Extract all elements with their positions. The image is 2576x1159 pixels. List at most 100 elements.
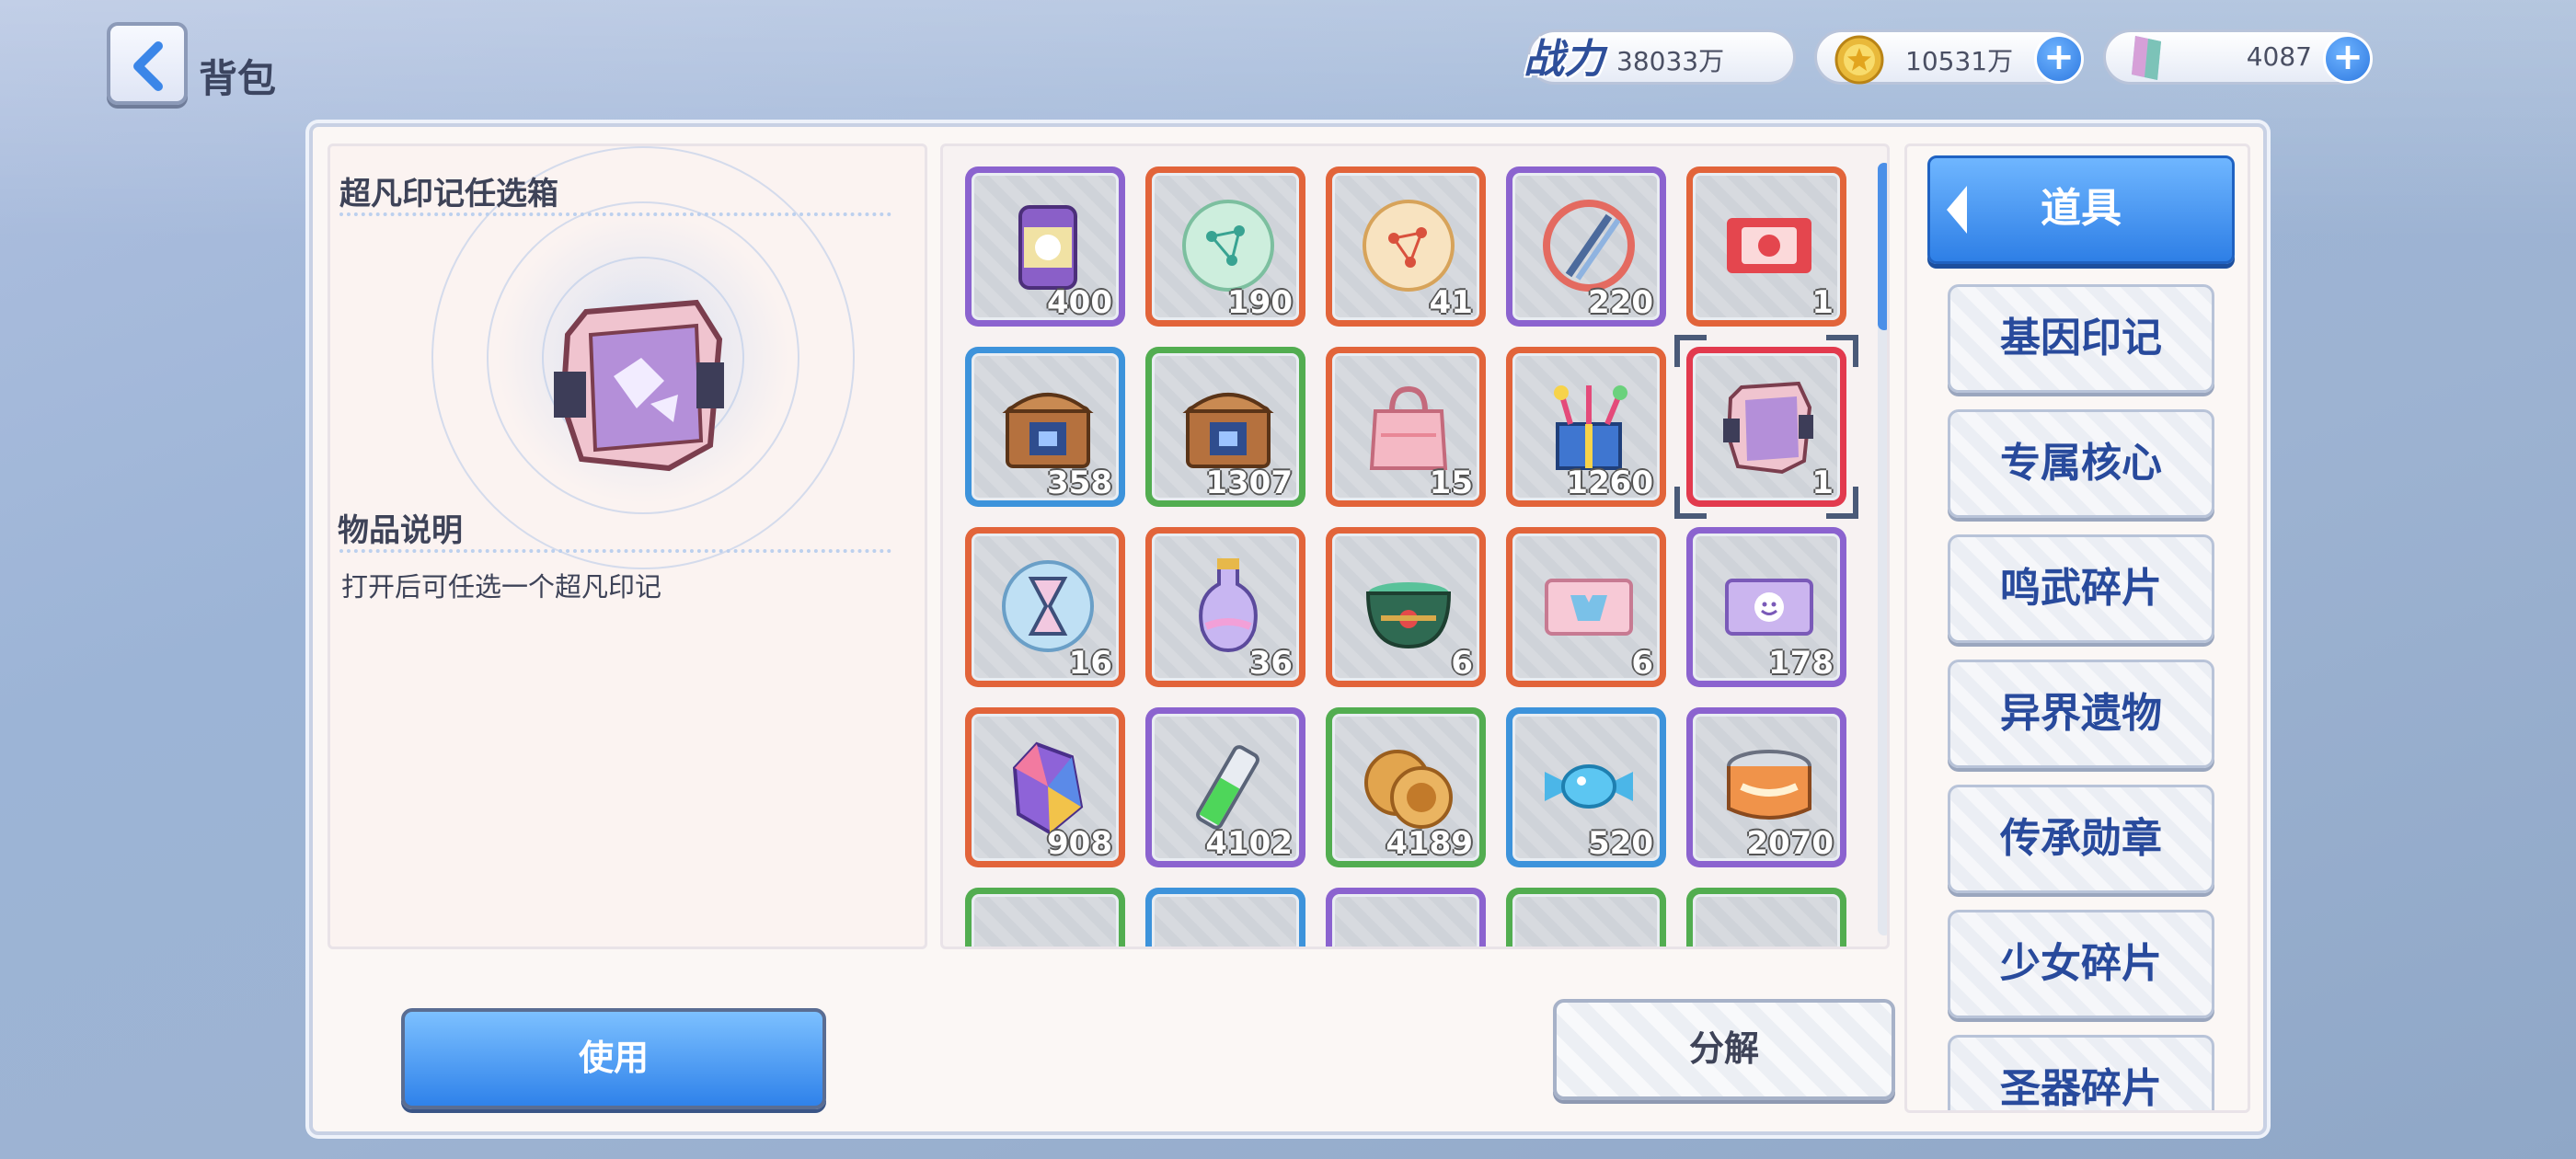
item-slot-frame: 1 xyxy=(1693,173,1840,320)
red-ticket-icon xyxy=(1727,218,1811,273)
item-count: 6 xyxy=(1451,645,1473,681)
item-slot[interactable]: 358 xyxy=(965,347,1125,507)
item-slot[interactable]: 15 xyxy=(1326,347,1486,507)
item-slot-frame: 1307 xyxy=(1152,353,1299,500)
item-count: 908 xyxy=(1047,825,1112,861)
item-count: 16 xyxy=(1068,645,1112,681)
gold-value: 10531万 xyxy=(1905,46,2014,76)
category-tab[interactable]: 圣器碎片 xyxy=(1948,1035,2214,1110)
item-slot[interactable]: 41 xyxy=(1326,166,1486,327)
item-slot-frame xyxy=(1693,894,1840,949)
item-count: 4102 xyxy=(1205,825,1293,861)
item-count: 1260 xyxy=(1566,465,1653,500)
misc-icon xyxy=(1534,912,1644,949)
item-slot[interactable]: 4102 xyxy=(1145,707,1305,867)
item-slot[interactable]: 6 xyxy=(1326,527,1486,687)
category-tab-active[interactable]: 道具 xyxy=(1927,155,2235,264)
item-count: 2070 xyxy=(1746,825,1834,861)
item-slot[interactable] xyxy=(1686,888,1846,949)
gem-value: 4087 xyxy=(2246,41,2312,72)
item-slot[interactable] xyxy=(1506,888,1666,949)
item-slot-frame: 36 xyxy=(1152,534,1299,681)
description-text: 打开后可任选一个超凡印记 xyxy=(341,571,662,602)
item-slot-frame xyxy=(1152,894,1299,949)
selection-box-icon xyxy=(554,299,724,472)
item-slot-frame: 4189 xyxy=(1332,714,1479,861)
item-count: 15 xyxy=(1429,465,1473,500)
item-grid[interactable]: 400 190 41 220 1 358 1307 15 1260 1 16 36 6 6 178 908 41… xyxy=(940,143,1890,949)
item-slot-frame xyxy=(1512,894,1660,949)
item-slot-frame: 6 xyxy=(1512,534,1660,681)
item-count: 358 xyxy=(1047,465,1112,500)
power-value: 38033万 xyxy=(1616,46,1725,76)
item-count: 36 xyxy=(1248,645,1293,681)
item-slot-frame xyxy=(972,894,1119,949)
item-slot[interactable]: 4189 xyxy=(1326,707,1486,867)
item-slot[interactable]: 520 xyxy=(1506,707,1666,867)
misc-icon xyxy=(1173,912,1283,949)
add-gem-button[interactable]: + xyxy=(2323,34,2373,84)
cauldron-icon xyxy=(1365,582,1452,649)
decompose-button[interactable]: 分解 xyxy=(1553,999,1895,1100)
item-slot[interactable]: 178 xyxy=(1686,527,1846,687)
item-slot[interactable] xyxy=(1326,888,1486,949)
description-title: 物品说明 xyxy=(338,512,463,549)
item-name: 超凡印记任选箱 xyxy=(339,176,558,212)
item-slot[interactable]: 400 xyxy=(965,166,1125,327)
selection-bracket xyxy=(1674,335,1858,519)
triangle-left-icon xyxy=(1947,186,1967,234)
misc-icon xyxy=(1353,912,1464,949)
add-gold-button[interactable]: + xyxy=(2034,34,2084,84)
back-button[interactable] xyxy=(107,22,188,105)
item-slot[interactable]: 6 xyxy=(1506,527,1666,687)
category-tab[interactable]: 专属核心 xyxy=(1948,409,2214,518)
item-slot[interactable]: 220 xyxy=(1506,166,1666,327)
category-tab[interactable]: 传承勋章 xyxy=(1948,785,2214,893)
gold-coin-icon xyxy=(1834,35,1884,85)
category-tab[interactable]: 鸣武碎片 xyxy=(1948,534,2214,643)
pink-ticket-icon xyxy=(1545,579,1633,636)
item-slot-frame: 41 xyxy=(1332,173,1479,320)
gold-display: 10531万 + xyxy=(1814,29,2084,85)
item-slot-frame: 4102 xyxy=(1152,714,1299,861)
use-button[interactable]: 使用 xyxy=(401,1008,826,1109)
misc-icon xyxy=(993,912,1103,949)
item-grid-scrollbar[interactable] xyxy=(1878,163,1887,935)
scrollbar-thumb[interactable] xyxy=(1878,163,1887,330)
item-slot[interactable]: 36 xyxy=(1145,527,1305,687)
item-slot-frame: 220 xyxy=(1512,173,1660,320)
item-count: 220 xyxy=(1588,284,1653,320)
item-slot[interactable]: 1 xyxy=(1674,335,1858,519)
item-slot-frame: 358 xyxy=(972,353,1119,500)
page-title: 背包 xyxy=(199,56,277,101)
gem-icon xyxy=(2132,36,2161,80)
item-slot-frame: 190 xyxy=(1152,173,1299,320)
item-count: 1307 xyxy=(1205,465,1293,500)
item-slot[interactable]: 190 xyxy=(1145,166,1305,327)
item-slot-frame: 15 xyxy=(1332,353,1479,500)
category-tab[interactable]: 基因印记 xyxy=(1948,284,2214,393)
item-slot[interactable]: 908 xyxy=(965,707,1125,867)
item-slot-frame: 400 xyxy=(972,173,1119,320)
category-tab[interactable]: 异界遗物 xyxy=(1948,660,2214,768)
item-slot-frame: 6 xyxy=(1332,534,1479,681)
item-slot[interactable]: 16 xyxy=(965,527,1125,687)
item-slot-frame: 520 xyxy=(1512,714,1660,861)
chevron-left-icon xyxy=(133,41,163,91)
item-count: 4189 xyxy=(1386,825,1473,861)
item-count: 190 xyxy=(1227,284,1293,320)
item-count: 400 xyxy=(1047,284,1112,320)
category-tab[interactable]: 少女碎片 xyxy=(1948,910,2214,1018)
misc-icon xyxy=(1714,912,1824,949)
item-slot[interactable]: 1307 xyxy=(1145,347,1305,507)
item-slot[interactable]: 1 xyxy=(1686,166,1846,327)
item-slot-frame: 1260 xyxy=(1512,353,1660,500)
item-slot[interactable]: 2070 xyxy=(1686,707,1846,867)
item-slot[interactable] xyxy=(1145,888,1305,949)
item-slot[interactable] xyxy=(965,888,1125,949)
item-count: 1 xyxy=(1811,284,1834,320)
item-slot[interactable]: 1260 xyxy=(1506,347,1666,507)
item-count: 41 xyxy=(1429,284,1473,320)
item-count: 520 xyxy=(1588,825,1653,861)
item-slot-frame: 908 xyxy=(972,714,1119,861)
